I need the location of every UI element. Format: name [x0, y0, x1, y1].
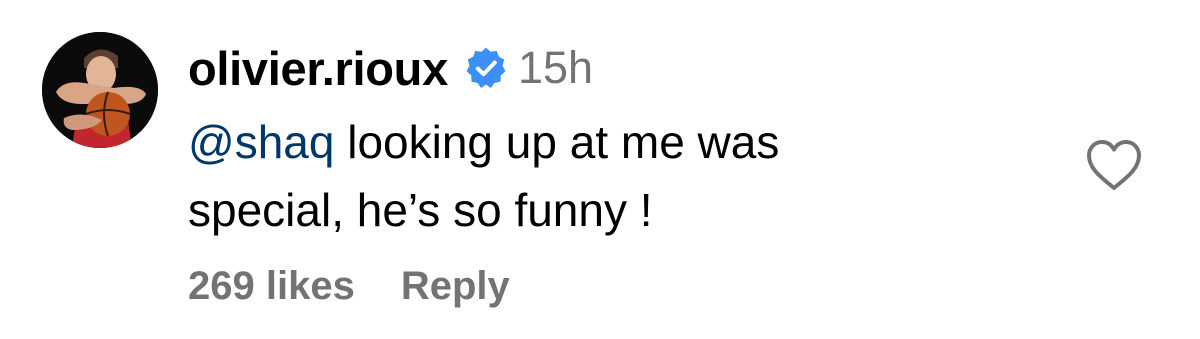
comment-header: olivier.rioux 15h: [188, 38, 593, 98]
comment: olivier.rioux 15h @shaq looking up at me…: [0, 0, 1200, 339]
comment-text-line-1: looking up at me was: [334, 116, 780, 168]
reply-button[interactable]: Reply: [401, 264, 510, 309]
timestamp: 15h: [517, 42, 594, 93]
avatar[interactable]: [42, 32, 158, 148]
comment-text: @shaq looking up at me was special, he’s…: [188, 108, 1068, 244]
avatar-image: [42, 32, 158, 148]
comment-footer: 269 likes Reply: [188, 258, 510, 314]
comment-text-line-2: special, he’s so funny !: [188, 184, 653, 236]
likes-count[interactable]: 269 likes: [188, 264, 355, 309]
comment-line-1: @shaq looking up at me was: [188, 108, 1068, 176]
like-button[interactable]: [1084, 138, 1144, 194]
heart-outline-icon: [1087, 140, 1141, 190]
mention-link[interactable]: @shaq: [188, 116, 334, 168]
verified-badge-icon: [464, 46, 508, 90]
username[interactable]: olivier.rioux: [188, 41, 448, 96]
